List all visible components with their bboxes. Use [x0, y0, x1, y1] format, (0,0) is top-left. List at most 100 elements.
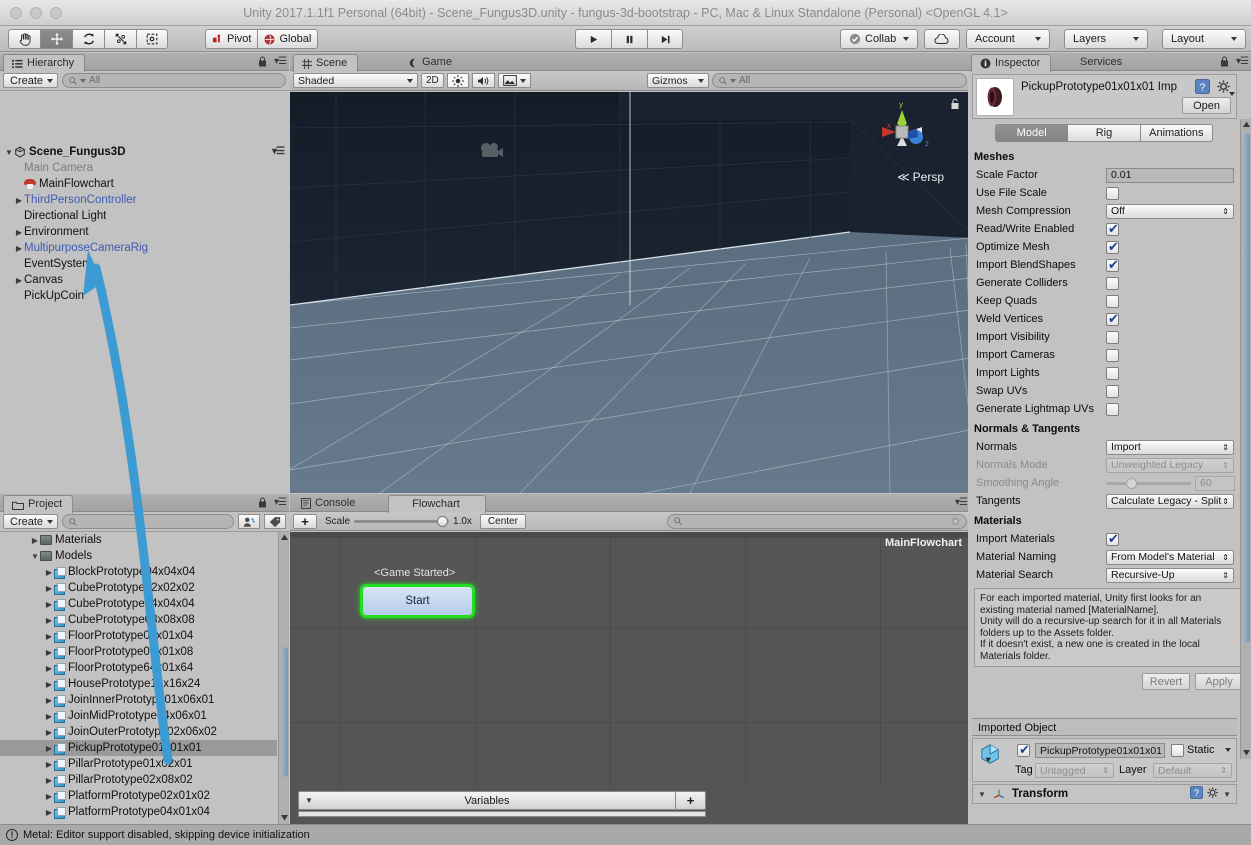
flowchart-canvas[interactable]: MainFlowchart <Game Started> Start — [290, 532, 970, 787]
chevron-right-icon[interactable]: ▶ — [14, 228, 24, 237]
chevron-right-icon[interactable]: ▶ — [44, 760, 54, 769]
hand-tool-button[interactable] — [8, 29, 40, 49]
scale-slider-handle[interactable] — [437, 516, 449, 527]
chevron-right-icon[interactable]: ▶ — [44, 584, 54, 593]
layer-dropdown[interactable]: Default ⇕ — [1153, 763, 1232, 778]
chevron-right-icon[interactable]: ▶ — [44, 712, 54, 721]
property-checkbox[interactable] — [1106, 221, 1119, 237]
chevron-right-icon[interactable]: ▶ — [14, 276, 24, 285]
importer-tab-rig[interactable]: Rig — [1068, 124, 1141, 142]
variables-bar[interactable]: ▼ Variables + — [298, 791, 706, 810]
scene-audio-toggle[interactable] — [471, 73, 495, 88]
gizmos-dropdown[interactable]: Gizmos — [647, 73, 709, 88]
scene-viewport[interactable]: x y z ≪ Persp — [290, 92, 970, 493]
project-item[interactable]: ▶ FloorPrototype08x01x08 — [0, 644, 277, 660]
panel-menu-icon[interactable]: ▾☰ — [274, 497, 287, 508]
scroll-down-arrow-icon[interactable] — [1242, 748, 1251, 758]
cloud-button[interactable] — [924, 29, 960, 49]
scene-lighting-toggle[interactable] — [446, 73, 469, 88]
chevron-right-icon[interactable]: ▶ — [44, 680, 54, 689]
chevron-right-icon[interactable]: ▶ — [44, 728, 54, 737]
project-search-input[interactable] — [62, 514, 234, 529]
object-name-input[interactable]: PickupPrototype01x01x01 — [1035, 743, 1165, 758]
property-dropdown[interactable]: Recursive-Up ⇕ — [1106, 567, 1234, 583]
chevron-right-icon[interactable]: ▶ — [44, 568, 54, 577]
hierarchy-list[interactable]: Main Camera MainFlowchart ▶ ThirdPersonCont… — [0, 160, 289, 493]
tab-inspector[interactable]: Inspector — [971, 54, 1052, 72]
account-button[interactable]: Account — [966, 29, 1050, 49]
pivot-toggle-button[interactable]: Pivot — [205, 29, 258, 49]
chevron-right-icon[interactable]: ▶ — [44, 744, 54, 753]
scroll-up-arrow-icon[interactable] — [1242, 120, 1251, 130]
help-icon[interactable]: ? — [1190, 786, 1203, 802]
move-tool-button[interactable] — [40, 29, 72, 49]
tab-console[interactable]: Console — [293, 495, 365, 512]
help-icon[interactable]: ? — [1195, 79, 1210, 97]
project-item[interactable]: ▶ FloorPrototype04x01x04 — [0, 628, 277, 644]
project-item[interactable]: ▶ CubePrototype08x08x08 — [0, 612, 277, 628]
hierarchy-item[interactable]: Directional Light — [0, 208, 289, 224]
hierarchy-item[interactable]: PickUpCoin — [0, 288, 289, 304]
chevron-right-icon[interactable]: ▶ — [44, 792, 54, 801]
project-item[interactable]: ▼ Models — [0, 548, 277, 564]
tab-project[interactable]: Project — [3, 495, 74, 513]
chevron-right-icon[interactable]: ▶ — [44, 632, 54, 641]
chevron-right-icon[interactable]: ▶ — [44, 600, 54, 609]
panel-menu-icon[interactable]: ▾☰ — [955, 497, 968, 508]
collab-button[interactable]: Collab — [840, 29, 918, 49]
project-scroll-thumb[interactable] — [281, 647, 288, 777]
gear-icon[interactable] — [1217, 80, 1235, 97]
property-dropdown[interactable]: Import ⇕ — [1106, 439, 1234, 455]
property-slider-value[interactable]: 60 — [1195, 475, 1235, 491]
toggle-2d-button[interactable]: 2D — [421, 73, 444, 88]
chevron-right-icon[interactable]: ▶ — [44, 776, 54, 785]
scene-gizmo-lock-icon[interactable] — [950, 98, 960, 113]
hierarchy-create-button[interactable]: Create — [3, 73, 59, 88]
property-checkbox[interactable] — [1106, 531, 1119, 547]
filter-by-type-icon[interactable] — [238, 514, 260, 529]
scene-axis-gizmo[interactable]: x y z — [866, 96, 938, 160]
revert-button[interactable]: Revert — [1142, 673, 1190, 690]
project-list[interactable]: ▶ Materials ▼ Models ▶ BlockPrototype04x04x04… — [0, 532, 277, 824]
chevron-right-icon[interactable]: ▶ — [30, 536, 40, 545]
project-scrollbar[interactable] — [278, 532, 289, 824]
inspector-scrollbar[interactable] — [1240, 119, 1251, 759]
property-checkbox[interactable] — [1106, 276, 1119, 290]
property-checkbox[interactable] — [1106, 257, 1119, 273]
hierarchy-search-input[interactable]: All — [62, 73, 286, 88]
hierarchy-item[interactable]: EventSystem — [0, 256, 289, 272]
project-item[interactable]: ▶ BlockPrototype04x04x04 — [0, 564, 277, 580]
hierarchy-item[interactable]: ▶ MultipurposeCameraRig — [0, 240, 289, 256]
object-enabled-checkbox[interactable] — [1017, 742, 1030, 758]
global-toggle-button[interactable]: Global — [257, 29, 319, 49]
scene-fx-toggle[interactable] — [497, 73, 531, 88]
project-item[interactable]: ▶ PlatformPrototype02x01x02 — [0, 788, 277, 804]
variables-hscrollbar[interactable] — [298, 811, 706, 817]
variables-collapse-icon[interactable]: ▼ — [305, 796, 313, 805]
tab-services[interactable]: Services — [1072, 54, 1132, 71]
project-item[interactable]: ▶ FloorPrototype64x01x64 — [0, 660, 277, 676]
importer-tabs[interactable]: Model Rig Animations — [995, 124, 1213, 142]
chevron-right-icon[interactable]: ▶ — [44, 696, 54, 705]
property-dropdown[interactable]: From Model's Material ⇕ — [1106, 549, 1234, 565]
property-checkbox[interactable] — [1106, 186, 1119, 200]
lock-icon[interactable] — [1220, 56, 1229, 70]
center-button[interactable]: Center — [479, 513, 526, 529]
tab-flowchart[interactable]: Flowchart — [388, 495, 486, 513]
transform-component-header[interactable]: ▼ Transform ? ▼ — [972, 784, 1237, 804]
filter-by-label-icon[interactable] — [264, 514, 286, 529]
property-checkbox[interactable] — [1106, 239, 1119, 255]
property-checkbox[interactable] — [1106, 366, 1119, 380]
scene-search-input[interactable]: All — [712, 73, 967, 88]
chevron-down-icon[interactable] — [1225, 748, 1231, 752]
hierarchy-item[interactable]: Main Camera — [0, 160, 289, 176]
tab-scene[interactable]: Scene — [293, 54, 359, 72]
property-checkbox[interactable] — [1106, 402, 1119, 416]
scale-tool-button[interactable] — [104, 29, 136, 49]
chevron-down-icon[interactable]: ▼ — [1223, 790, 1231, 799]
flowchart-search-input[interactable] — [667, 513, 967, 529]
hierarchy-item[interactable]: ▶ Canvas — [0, 272, 289, 288]
hierarchy-item[interactable]: ▶ ThirdPersonController — [0, 192, 289, 208]
property-checkbox[interactable] — [1106, 384, 1119, 398]
shading-mode-dropdown[interactable]: Shaded — [293, 73, 418, 88]
